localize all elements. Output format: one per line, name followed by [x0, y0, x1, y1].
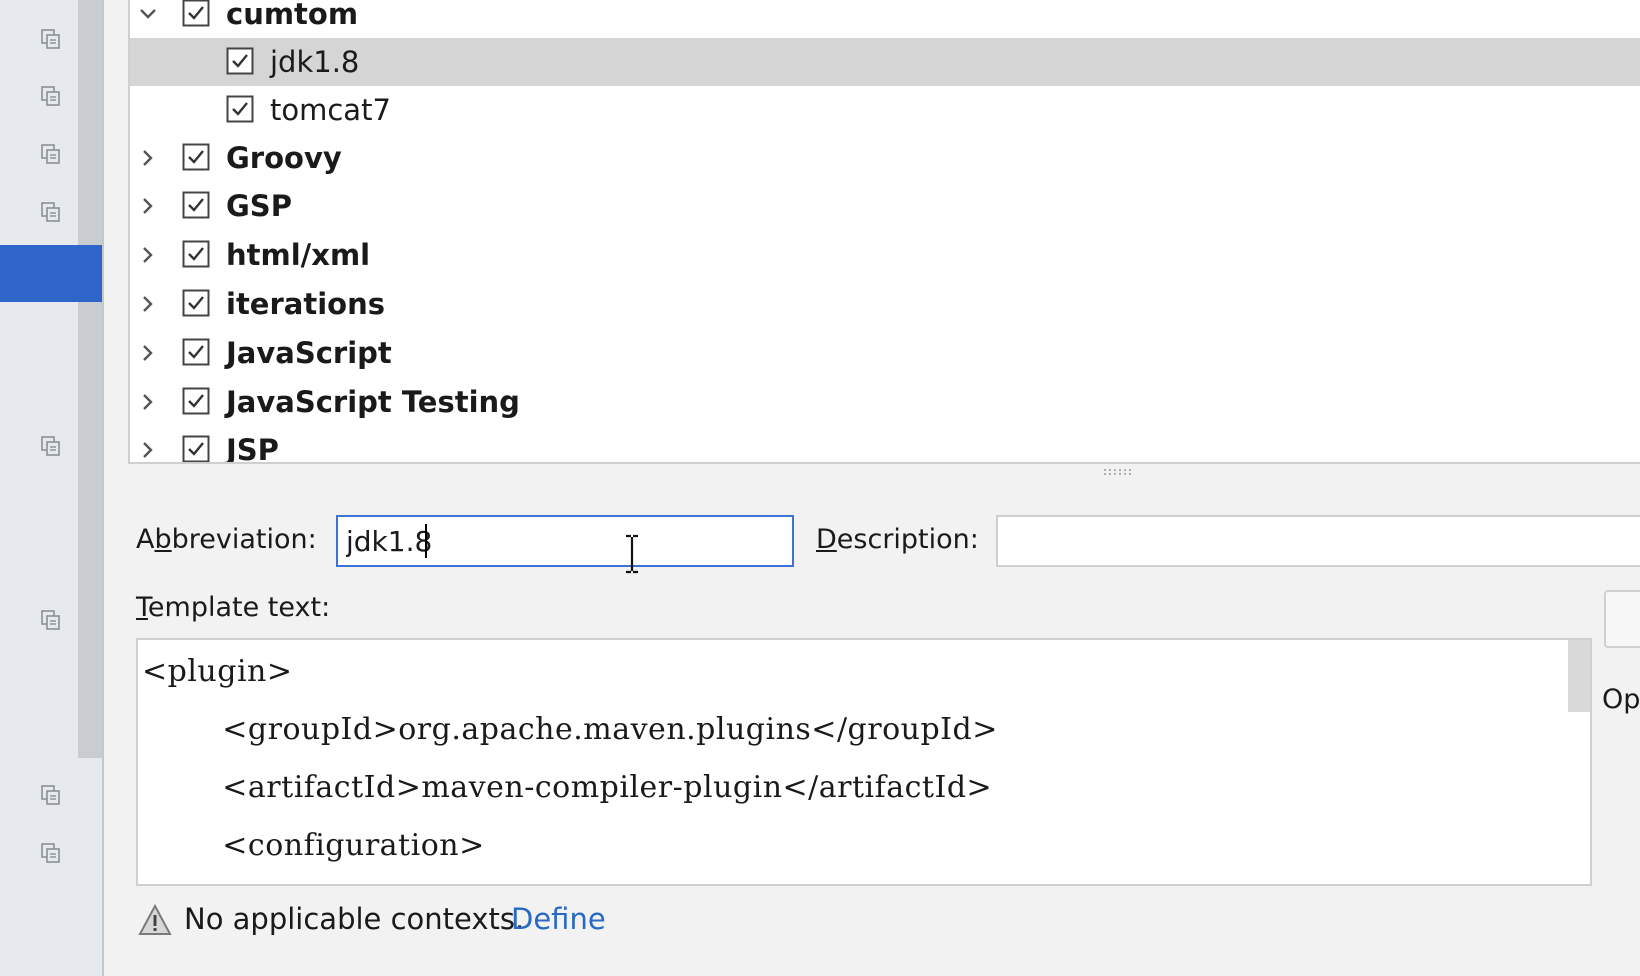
- gutter-selected-item[interactable]: [0, 245, 102, 302]
- abbreviation-label: Abbreviation:: [136, 524, 317, 555]
- checkbox-checked[interactable]: [182, 240, 210, 268]
- mnemonic: T: [136, 592, 148, 623]
- template-line: <configuration>: [142, 828, 485, 863]
- copy-icon[interactable]: [40, 784, 62, 806]
- copy-icon[interactable]: [40, 201, 62, 223]
- label-text: breviation:: [171, 524, 317, 555]
- tree-group-row[interactable]: JSP: [130, 426, 1640, 464]
- mnemonic: b: [154, 524, 172, 555]
- tree-group-label: JavaScript Testing: [226, 385, 520, 419]
- label-text: A: [136, 524, 155, 555]
- editor-scrollbar-thumb[interactable]: [1568, 640, 1590, 712]
- tree-group-row[interactable]: html/xml: [130, 231, 1640, 279]
- tree-group-row[interactable]: iterations: [130, 280, 1640, 328]
- options-label: Op: [1602, 684, 1640, 715]
- chevron-right-icon[interactable]: [136, 438, 160, 462]
- tree-template-row[interactable]: tomcat7: [130, 86, 1640, 134]
- label-text: emplate text:: [147, 592, 331, 623]
- chevron-right-icon[interactable]: [136, 390, 160, 414]
- tree-template-label: tomcat7: [270, 93, 391, 127]
- checkbox-checked[interactable]: [226, 95, 254, 123]
- tree-group-label: html/xml: [226, 238, 371, 272]
- live-template-tree[interactable]: cumtom jdk1.8 tomcat7 Groovy GSP html/xm…: [128, 0, 1640, 464]
- tree-group-label: JSP: [226, 433, 279, 464]
- copy-icon[interactable]: [40, 143, 62, 165]
- chevron-right-icon[interactable]: [136, 243, 160, 267]
- tree-group-label: Groovy: [226, 141, 342, 175]
- left-gutter: [0, 0, 102, 976]
- mnemonic: D: [816, 524, 837, 555]
- template-text-editor[interactable]: <plugin> <groupId>org.apache.maven.plugi…: [136, 638, 1592, 886]
- label-text: escription:: [836, 524, 979, 555]
- warning-icon: [138, 904, 172, 935]
- tree-group-row[interactable]: Groovy: [130, 134, 1640, 182]
- checkbox-checked[interactable]: [226, 47, 254, 75]
- chevron-down-icon[interactable]: [136, 2, 160, 26]
- chevron-right-icon[interactable]: [136, 341, 160, 365]
- tree-group-row[interactable]: cumtom: [130, 0, 1640, 38]
- tree-group-label: cumtom: [226, 0, 359, 31]
- splitter-grip-icon[interactable]: [1102, 468, 1136, 476]
- abbreviation-input[interactable]: [336, 515, 794, 567]
- ibeam-cursor-icon: [626, 534, 638, 574]
- tree-group-label: JavaScript: [226, 336, 392, 370]
- copy-icon[interactable]: [40, 85, 62, 107]
- description-label: Description:: [816, 524, 979, 555]
- copy-icon[interactable]: [40, 609, 62, 631]
- tree-template-label: jdk1.8: [270, 45, 360, 79]
- chevron-right-icon[interactable]: [136, 146, 160, 170]
- tree-group-row[interactable]: JavaScript Testing: [130, 378, 1640, 426]
- template-line: <plugin>: [142, 654, 293, 689]
- checkbox-checked[interactable]: [182, 289, 210, 317]
- gutter-divider: [102, 0, 104, 976]
- copy-icon[interactable]: [40, 435, 62, 457]
- text-caret: [425, 524, 427, 558]
- define-context-link[interactable]: Define: [511, 902, 606, 936]
- tree-group-row[interactable]: JavaScript: [130, 329, 1640, 377]
- checkbox-checked[interactable]: [182, 338, 210, 366]
- checkbox-checked[interactable]: [182, 435, 210, 462]
- tree-template-row[interactable]: jdk1.8: [130, 38, 1640, 86]
- template-line: <groupId>org.apache.maven.plugins</group…: [142, 712, 998, 747]
- copy-icon[interactable]: [40, 842, 62, 864]
- edit-variables-button[interactable]: [1604, 590, 1640, 648]
- checkbox-checked[interactable]: [182, 191, 210, 219]
- tree-group-label: GSP: [226, 189, 292, 223]
- checkbox-checked[interactable]: [182, 0, 210, 27]
- checkbox-checked[interactable]: [182, 387, 210, 415]
- template-text-label: Template text:: [136, 592, 330, 623]
- gutter-scrollbar[interactable]: [78, 0, 102, 758]
- tree-group-label: iterations: [226, 287, 385, 321]
- checkbox-checked[interactable]: [182, 143, 210, 171]
- copy-icon[interactable]: [40, 28, 62, 50]
- chevron-right-icon[interactable]: [136, 194, 160, 218]
- tree-group-row[interactable]: GSP: [130, 182, 1640, 230]
- template-line: <artifactId>maven-compiler-plugin</artif…: [142, 770, 993, 805]
- context-warning-text: No applicable contexts.: [184, 902, 525, 936]
- description-input[interactable]: [996, 515, 1640, 567]
- chevron-right-icon[interactable]: [136, 292, 160, 316]
